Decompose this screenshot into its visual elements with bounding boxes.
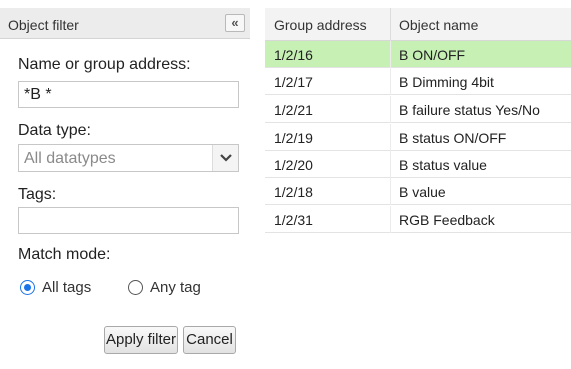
datatype-select[interactable]: All datatypes bbox=[18, 144, 239, 172]
datatype-label: Data type: bbox=[18, 122, 91, 139]
cell-group-address: 1/2/17 bbox=[274, 74, 313, 90]
cell-group-address: 1/2/18 bbox=[274, 184, 313, 200]
cell-object-name: B status ON/OFF bbox=[399, 130, 507, 146]
radio-any-tag-circle[interactable] bbox=[128, 280, 143, 295]
collapse-panel-button[interactable]: « bbox=[225, 14, 245, 32]
radio-selected-dot bbox=[23, 283, 31, 291]
cell-object-name: B value bbox=[399, 184, 446, 200]
row-divider bbox=[390, 96, 391, 123]
table-row[interactable]: 1/2/17 B Dimming 4bit bbox=[265, 68, 571, 95]
row-divider bbox=[390, 124, 391, 151]
name-address-input[interactable] bbox=[18, 81, 239, 108]
column-divider bbox=[390, 8, 391, 41]
column-header-group-address[interactable]: Group address bbox=[274, 17, 367, 33]
name-address-label: Name or group address: bbox=[18, 56, 191, 73]
row-divider bbox=[390, 41, 391, 68]
datatype-dropdown-toggle[interactable] bbox=[212, 145, 238, 171]
panel-title: Object filter bbox=[8, 17, 79, 33]
table-row[interactable]: 1/2/19 B status ON/OFF bbox=[265, 124, 571, 151]
cell-object-name: B Dimming 4bit bbox=[399, 74, 494, 90]
table-row[interactable]: 1/2/20 B status value bbox=[265, 151, 571, 178]
datatype-selected-value: All datatypes bbox=[24, 150, 116, 167]
cell-object-name: B status value bbox=[399, 157, 487, 173]
row-divider bbox=[390, 178, 391, 205]
cancel-button[interactable]: Cancel bbox=[183, 326, 236, 354]
object-table: Group address Object name 1/2/16 B ON/OF… bbox=[265, 0, 571, 369]
row-divider bbox=[390, 68, 391, 95]
column-header-object-name[interactable]: Object name bbox=[399, 17, 478, 33]
cell-group-address: 1/2/19 bbox=[274, 130, 313, 146]
radio-any-tag-label: Any tag bbox=[150, 279, 201, 296]
cell-object-name: B failure status Yes/No bbox=[399, 102, 540, 118]
cell-object-name: B ON/OFF bbox=[399, 47, 466, 63]
object-filter-panel: Object filter « Name or group address: D… bbox=[0, 0, 257, 369]
table-row[interactable]: 1/2/18 B value bbox=[265, 178, 571, 205]
apply-filter-button[interactable]: Apply filter bbox=[104, 326, 178, 354]
table-row[interactable]: 1/2/21 B failure status Yes/No bbox=[265, 96, 571, 123]
panel-header: Object filter « bbox=[0, 8, 250, 39]
radio-any-tag[interactable]: Any tag bbox=[128, 279, 218, 299]
row-divider bbox=[390, 206, 391, 233]
radio-all-tags-circle[interactable] bbox=[20, 280, 35, 295]
tags-input[interactable] bbox=[18, 207, 239, 234]
double-chevron-left-icon: « bbox=[231, 15, 239, 30]
row-divider bbox=[390, 151, 391, 178]
radio-all-tags-label: All tags bbox=[42, 279, 92, 296]
cell-group-address: 1/2/31 bbox=[274, 212, 313, 228]
cell-group-address: 1/2/20 bbox=[274, 157, 313, 173]
cell-group-address: 1/2/16 bbox=[274, 47, 313, 63]
tags-label: Tags: bbox=[18, 186, 57, 203]
match-mode-label: Match mode: bbox=[18, 246, 111, 263]
table-header: Group address Object name bbox=[265, 8, 571, 41]
cell-group-address: 1/2/21 bbox=[274, 102, 313, 118]
table-row[interactable]: 1/2/31 RGB Feedback bbox=[265, 206, 571, 233]
cell-object-name: RGB Feedback bbox=[399, 212, 495, 228]
chevron-down-icon bbox=[220, 154, 232, 162]
table-row[interactable]: 1/2/16 B ON/OFF bbox=[265, 41, 571, 68]
radio-all-tags[interactable]: All tags bbox=[20, 279, 110, 299]
